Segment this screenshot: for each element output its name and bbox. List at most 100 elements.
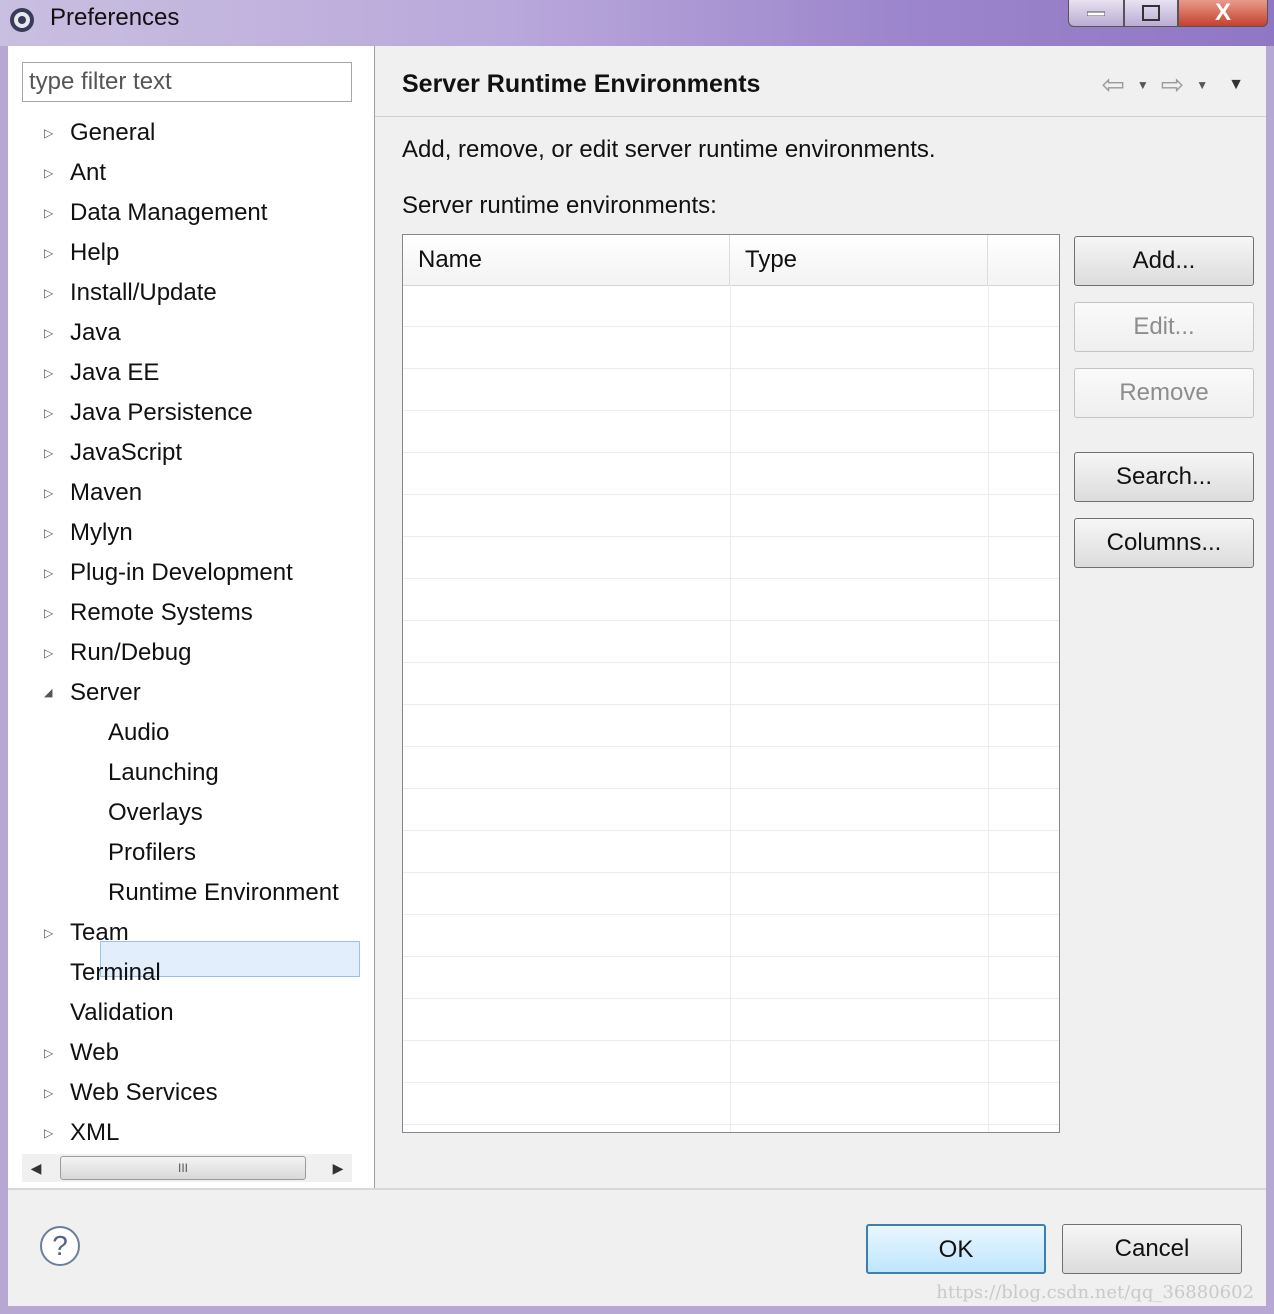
page-description: Add, remove, or edit server runtime envi… (402, 136, 936, 163)
tree-item-label: Web Services (70, 1079, 218, 1106)
cancel-button[interactable]: Cancel (1062, 1224, 1242, 1274)
page-navigation: ⇦ ▼ ⇨ ▼ ▼ (1101, 70, 1244, 100)
table-row (403, 285, 1059, 327)
expand-arrow-icon[interactable]: ▷ (44, 116, 56, 150)
filter-box[interactable] (22, 62, 352, 102)
table-row (403, 453, 1059, 495)
back-dropdown-icon[interactable]: ▼ (1137, 78, 1149, 92)
table-label: Server runtime environments: (402, 192, 717, 219)
filter-input[interactable] (23, 63, 351, 101)
add-button[interactable]: Add... (1074, 236, 1254, 286)
minimize-button[interactable] (1068, 0, 1124, 27)
tree-item-label: General (70, 119, 156, 146)
preferences-sidebar: ▷ General ▷ Ant ▷ Data Management ▷ Help ▷ In… (8, 46, 375, 1188)
dialog-client: ▷ General ▷ Ant ▷ Data Management ▷ Help ▷ In… (8, 46, 1266, 1306)
table-row (403, 957, 1059, 999)
minimize-icon (1087, 11, 1105, 16)
title-bar: Preferences X (0, 0, 1274, 46)
tree-item-label: Java (70, 319, 121, 346)
table-row (403, 831, 1059, 873)
table-row (403, 1041, 1059, 1083)
table-row (403, 369, 1059, 411)
close-icon: X (1214, 0, 1231, 26)
expand-arrow-icon[interactable]: ▷ (44, 436, 56, 470)
expand-arrow-icon[interactable]: ▷ (44, 556, 56, 590)
maximize-icon (1142, 5, 1160, 21)
table-header: Name Type (403, 235, 1059, 286)
expand-arrow-icon[interactable]: ▷ (44, 276, 56, 310)
expand-arrow-icon[interactable]: ▷ (44, 636, 56, 670)
tree-item-label: Web (70, 1039, 119, 1066)
help-icon[interactable]: ? (40, 1226, 80, 1266)
expand-arrow-icon[interactable]: ▷ (44, 356, 56, 390)
tree-item-label: Data Management (70, 199, 268, 226)
column-header-type[interactable]: Type (730, 235, 988, 285)
tree-item-label: JavaScript (70, 439, 183, 466)
forward-dropdown-icon[interactable]: ▼ (1196, 78, 1208, 92)
eclipse-gear-icon (10, 8, 34, 32)
horizontal-scrollbar[interactable]: ◀ III ▶ (22, 1154, 352, 1182)
watermark: https://blog.csdn.net/qq_36880602 (936, 1282, 1254, 1303)
table-row (403, 411, 1059, 453)
tree-item-label: XML (70, 1119, 120, 1146)
tree-item-label: Launching (108, 759, 219, 786)
table-row (403, 789, 1059, 831)
preferences-tree: ▷ General ▷ Ant ▷ Data Management ▷ Help ▷ In… (8, 113, 374, 1153)
header-divider (375, 116, 1266, 117)
table-row (403, 579, 1059, 621)
table-row (403, 327, 1059, 369)
tree-item-label: Validation (70, 999, 174, 1026)
tree-item-label: Overlays (108, 799, 203, 826)
expand-arrow-icon[interactable]: ▷ (44, 196, 56, 230)
tree-item-label: Help (70, 239, 120, 266)
scrollbar-thumb[interactable]: III (60, 1156, 306, 1180)
ok-button[interactable]: OK (866, 1224, 1046, 1274)
table-row (403, 663, 1059, 705)
expand-arrow-icon[interactable]: ▷ (44, 1036, 56, 1070)
tree-item-label: Run/Debug (70, 639, 192, 666)
expand-arrow-icon[interactable]: ▷ (44, 396, 56, 430)
edit-button[interactable]: Edit... (1074, 302, 1254, 352)
expand-arrow-icon[interactable]: ▷ (44, 916, 56, 950)
expand-arrow-icon[interactable]: ▷ (44, 316, 56, 350)
preference-page: Server Runtime Environments ⇦ ▼ ⇨ ▼ ▼ Ad… (375, 46, 1266, 1188)
expand-arrow-icon[interactable]: ▷ (44, 596, 56, 630)
table-row (403, 1083, 1059, 1125)
collapse-arrow-icon[interactable]: ◢ (44, 676, 56, 710)
maximize-button[interactable] (1124, 0, 1178, 27)
view-menu-icon[interactable]: ▼ (1228, 76, 1244, 94)
tree-item-label: Remote Systems (70, 599, 253, 626)
forward-arrow-icon[interactable]: ⇨ (1161, 70, 1184, 100)
window-title: Preferences (50, 4, 180, 31)
table-row (403, 747, 1059, 789)
columns-button[interactable]: Columns... (1074, 518, 1254, 568)
tree-item-label: Install/Update (70, 279, 217, 306)
footer-divider (8, 1188, 1266, 1190)
tree-item-label: Team (70, 919, 129, 946)
tree-item-label: Runtime Environment (108, 879, 339, 906)
page-title: Server Runtime Environments (402, 70, 761, 98)
tree-item-label: Terminal (70, 959, 161, 986)
expand-arrow-icon[interactable]: ▷ (44, 1076, 56, 1110)
table-row (403, 537, 1059, 579)
expand-arrow-icon[interactable]: ▷ (44, 1116, 56, 1150)
tree-item-label: Maven (70, 479, 143, 506)
tree-item-label: Audio (108, 719, 170, 746)
scroll-left-icon[interactable]: ◀ (22, 1154, 50, 1182)
table-row (403, 873, 1059, 915)
close-button[interactable]: X (1178, 0, 1268, 27)
back-arrow-icon[interactable]: ⇦ (1101, 70, 1124, 100)
runtime-environments-table[interactable]: Name Type (402, 234, 1060, 1133)
expand-arrow-icon[interactable]: ▷ (44, 236, 56, 270)
tree-item-label: Server (70, 679, 141, 706)
column-header-name[interactable]: Name (403, 235, 730, 285)
expand-arrow-icon[interactable]: ▷ (44, 516, 56, 550)
remove-button[interactable]: Remove (1074, 368, 1254, 418)
scroll-right-icon[interactable]: ▶ (324, 1154, 352, 1182)
expand-arrow-icon[interactable]: ▷ (44, 156, 56, 190)
table-row (403, 495, 1059, 537)
tree-item-label: Mylyn (70, 519, 133, 546)
table-row (403, 621, 1059, 663)
expand-arrow-icon[interactable]: ▷ (44, 476, 56, 510)
search-button[interactable]: Search... (1074, 452, 1254, 502)
